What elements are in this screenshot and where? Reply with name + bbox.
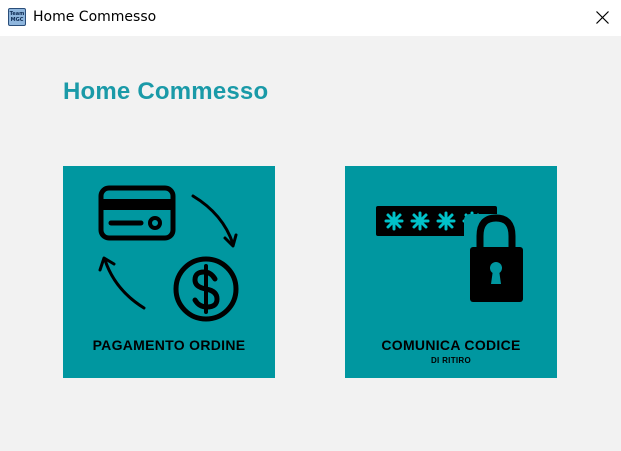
- close-icon: [596, 11, 609, 24]
- app-logo-line-2: MGC: [10, 17, 24, 23]
- tile-label: PAGAMENTO ORDINE: [92, 337, 246, 353]
- tile-sublabel: DI RITIRO: [430, 356, 472, 365]
- page-title: Home Commesso: [63, 78, 269, 105]
- credit-card-icon: [98, 185, 176, 241]
- arrow-down-right-icon: [191, 194, 238, 248]
- arrow-up-left-icon: [98, 256, 146, 310]
- title-bar: Team MGC Home Commesso: [0, 0, 621, 36]
- app-logo-icon: Team MGC: [8, 8, 26, 26]
- tile-label: COMUNICA CODICE: [381, 337, 521, 353]
- dollar-coin-icon: [173, 256, 239, 322]
- padlock-icon: [464, 214, 528, 304]
- payment-order-button[interactable]: PAGAMENTO ORDINE: [63, 166, 275, 378]
- window-title: Home Commesso: [33, 9, 157, 25]
- close-button[interactable]: [584, 0, 620, 34]
- communicate-pickup-code-button[interactable]: COMUNICA CODICE DI RITIRO: [345, 166, 557, 378]
